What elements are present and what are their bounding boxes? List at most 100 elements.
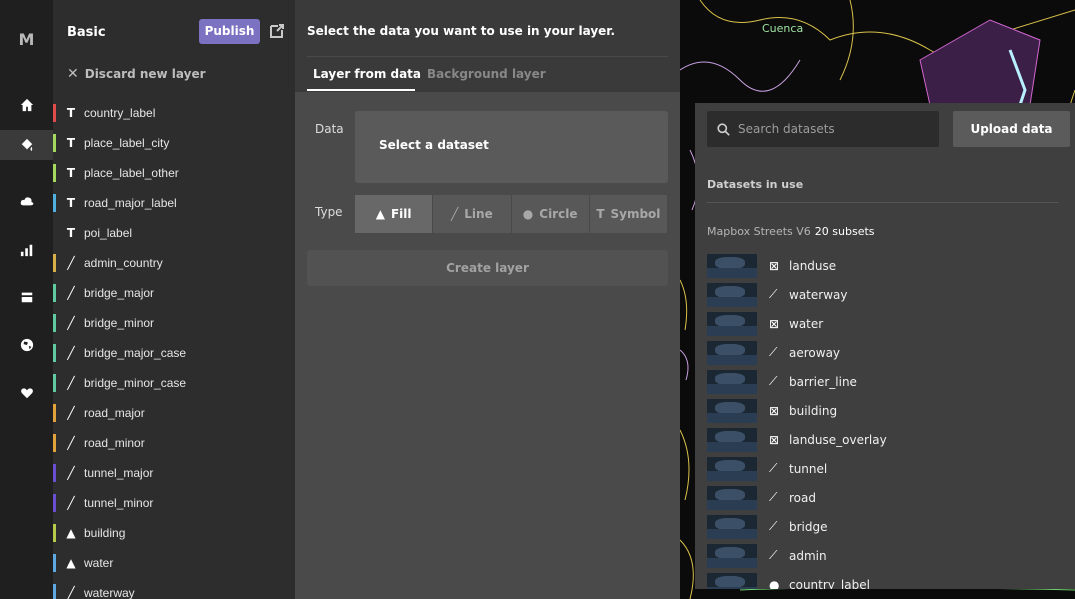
tray-icon: [21, 292, 32, 303]
dataset-subset-item[interactable]: ● country_label: [695, 570, 1075, 589]
layer-item[interactable]: ╱ bridge_major_case: [53, 338, 295, 368]
style-name[interactable]: Basic: [67, 25, 106, 40]
dataset-subset-item[interactable]: ⟋ barrier_line: [695, 367, 1075, 396]
dataset-picker: Upload data Datasets in use Mapbox Stree…: [695, 103, 1075, 589]
type-label: Symbol: [610, 207, 661, 221]
dataset-subset-item[interactable]: ⟋ bridge: [695, 512, 1075, 541]
close-icon: ✕: [67, 66, 79, 82]
dataset-thumbnail: [707, 514, 757, 539]
geometry-icon: ⟋: [769, 548, 778, 562]
dataset-subset-item[interactable]: ⊠ landuse_overlay: [695, 425, 1075, 454]
tab-layer-from-data[interactable]: Layer from data: [313, 67, 421, 81]
upload-data-button[interactable]: Upload data: [953, 111, 1070, 147]
dataset-subset-name: tunnel: [789, 461, 828, 476]
layer-label: road_major: [84, 406, 145, 420]
type-circle-button[interactable]: ● Circle: [511, 195, 589, 233]
create-layer-button[interactable]: Create layer: [307, 250, 668, 286]
source-header[interactable]: Mapbox Streets V6 20 subsets: [707, 225, 875, 238]
layer-item[interactable]: ╱ tunnel_major: [53, 458, 295, 488]
layer-color-indicator: [53, 134, 56, 152]
line-icon: ╱: [67, 256, 75, 270]
layer-item[interactable]: Tplace_label_other: [53, 158, 295, 188]
geometry-icon: ⊠: [769, 316, 780, 331]
dataset-subset-item[interactable]: ⟋ aeroway: [695, 338, 1075, 367]
geometry-icon: ⟋: [769, 519, 778, 533]
layer-editor: Select the data you want to use in your …: [295, 0, 680, 599]
search-box[interactable]: [707, 111, 939, 147]
line-icon: ╱: [67, 406, 75, 420]
dataset-subset-item[interactable]: ⟋ road: [695, 483, 1075, 512]
layer-item[interactable]: ╱ admin_country: [53, 248, 295, 278]
dataset-subset-name: building: [789, 403, 838, 418]
app-logo[interactable]: M: [0, 30, 53, 49]
dataset-thumbnail: [707, 572, 757, 589]
layer-item[interactable]: ╱ bridge_major: [53, 278, 295, 308]
search-datasets-input[interactable]: [738, 122, 928, 136]
dataset-subset-name: landuse: [789, 258, 837, 273]
dataset-subset-item[interactable]: ⟋ tunnel: [695, 454, 1075, 483]
layer-item[interactable]: Troad_major_label: [53, 188, 295, 218]
geometry-icon: ⟋: [769, 461, 778, 475]
rail-stats[interactable]: [0, 235, 53, 265]
geometry-icon: ●: [769, 577, 780, 590]
editor-header: Select the data you want to use in your …: [295, 0, 680, 92]
layer-item[interactable]: ▲ building: [53, 518, 295, 548]
dataset-list: ⊠ landuse ⟋ waterway ⊠ water ⟋ aeroway ⟋ barrier_…: [695, 251, 1075, 589]
divider: [307, 56, 668, 57]
tab-background-layer[interactable]: Background layer: [427, 67, 546, 81]
layer-label: bridge_minor_case: [84, 376, 187, 390]
line-icon: ╱: [67, 496, 75, 510]
line-icon: ╱: [67, 436, 75, 450]
external-link-icon[interactable]: [269, 23, 285, 39]
dataset-subset-item[interactable]: ⟋ waterway: [695, 280, 1075, 309]
layer-item[interactable]: ▲ water: [53, 548, 295, 578]
dataset-thumbnail: [707, 485, 757, 510]
rail-cloud[interactable]: [0, 186, 53, 216]
layer-label: tunnel_major: [84, 466, 154, 480]
dataset-thumbnail: [707, 543, 757, 568]
rail-globe[interactable]: [0, 330, 53, 360]
publish-button[interactable]: Publish: [199, 19, 260, 44]
type-symbol-button[interactable]: T Symbol: [589, 195, 667, 233]
layer-label: admin_country: [84, 256, 163, 270]
rail-tray[interactable]: [0, 282, 53, 312]
dataset-subset-item[interactable]: ⟋ admin: [695, 541, 1075, 570]
dataset-subset-item[interactable]: ⊠ landuse: [695, 251, 1075, 280]
dataset-subset-name: waterway: [789, 287, 848, 302]
type-fill-button[interactable]: ▲ Fill: [355, 195, 433, 233]
discard-new-layer-button[interactable]: ✕ Discard new layer: [67, 66, 206, 82]
layer-item[interactable]: ╱ road_major: [53, 398, 295, 428]
layer-color-indicator: [53, 554, 56, 572]
layer-label: bridge_major: [84, 286, 155, 300]
rail-style-editor[interactable]: [0, 130, 53, 160]
layer-item[interactable]: ╱ waterway: [53, 578, 295, 599]
rail-home[interactable]: [0, 90, 53, 120]
layer-color-indicator: [53, 254, 56, 272]
layer-item[interactable]: Tpoi_label: [53, 218, 295, 248]
fill-icon: ▲: [66, 526, 76, 540]
layer-item[interactable]: ╱ road_minor: [53, 428, 295, 458]
dataset-subset-item[interactable]: ⊠ water: [695, 309, 1075, 338]
layer-item[interactable]: ╱ bridge_minor_case: [53, 368, 295, 398]
layer-item[interactable]: ╱ tunnel_minor: [53, 488, 295, 518]
layer-color-indicator: [53, 224, 56, 242]
layer-label: road_minor: [84, 436, 145, 450]
discard-label: Discard new layer: [84, 67, 206, 81]
layers-header: Basic Publish ✕ Discard new layer: [53, 0, 295, 92]
layer-label: building: [84, 526, 126, 540]
select-dataset-button[interactable]: Select a dataset: [355, 111, 668, 183]
dataset-thumbnail: [707, 253, 757, 278]
line-icon: ╱: [67, 346, 75, 360]
line-icon: ╱: [67, 466, 75, 480]
layer-label: waterway: [84, 586, 135, 599]
layer-item[interactable]: ╱ bridge_minor: [53, 308, 295, 338]
layer-item[interactable]: Tplace_label_city: [53, 128, 295, 158]
fill-icon: ▲: [375, 207, 385, 221]
type-line-button[interactable]: ╱ Line: [433, 195, 511, 233]
layer-item[interactable]: Tcountry_label: [53, 98, 295, 128]
text-icon: T: [66, 106, 76, 120]
rail-favorites[interactable]: [0, 378, 53, 408]
dataset-subset-item[interactable]: ⊠ building: [695, 396, 1075, 425]
section-title: Datasets in use: [707, 178, 804, 191]
circle-icon: ●: [522, 207, 534, 221]
